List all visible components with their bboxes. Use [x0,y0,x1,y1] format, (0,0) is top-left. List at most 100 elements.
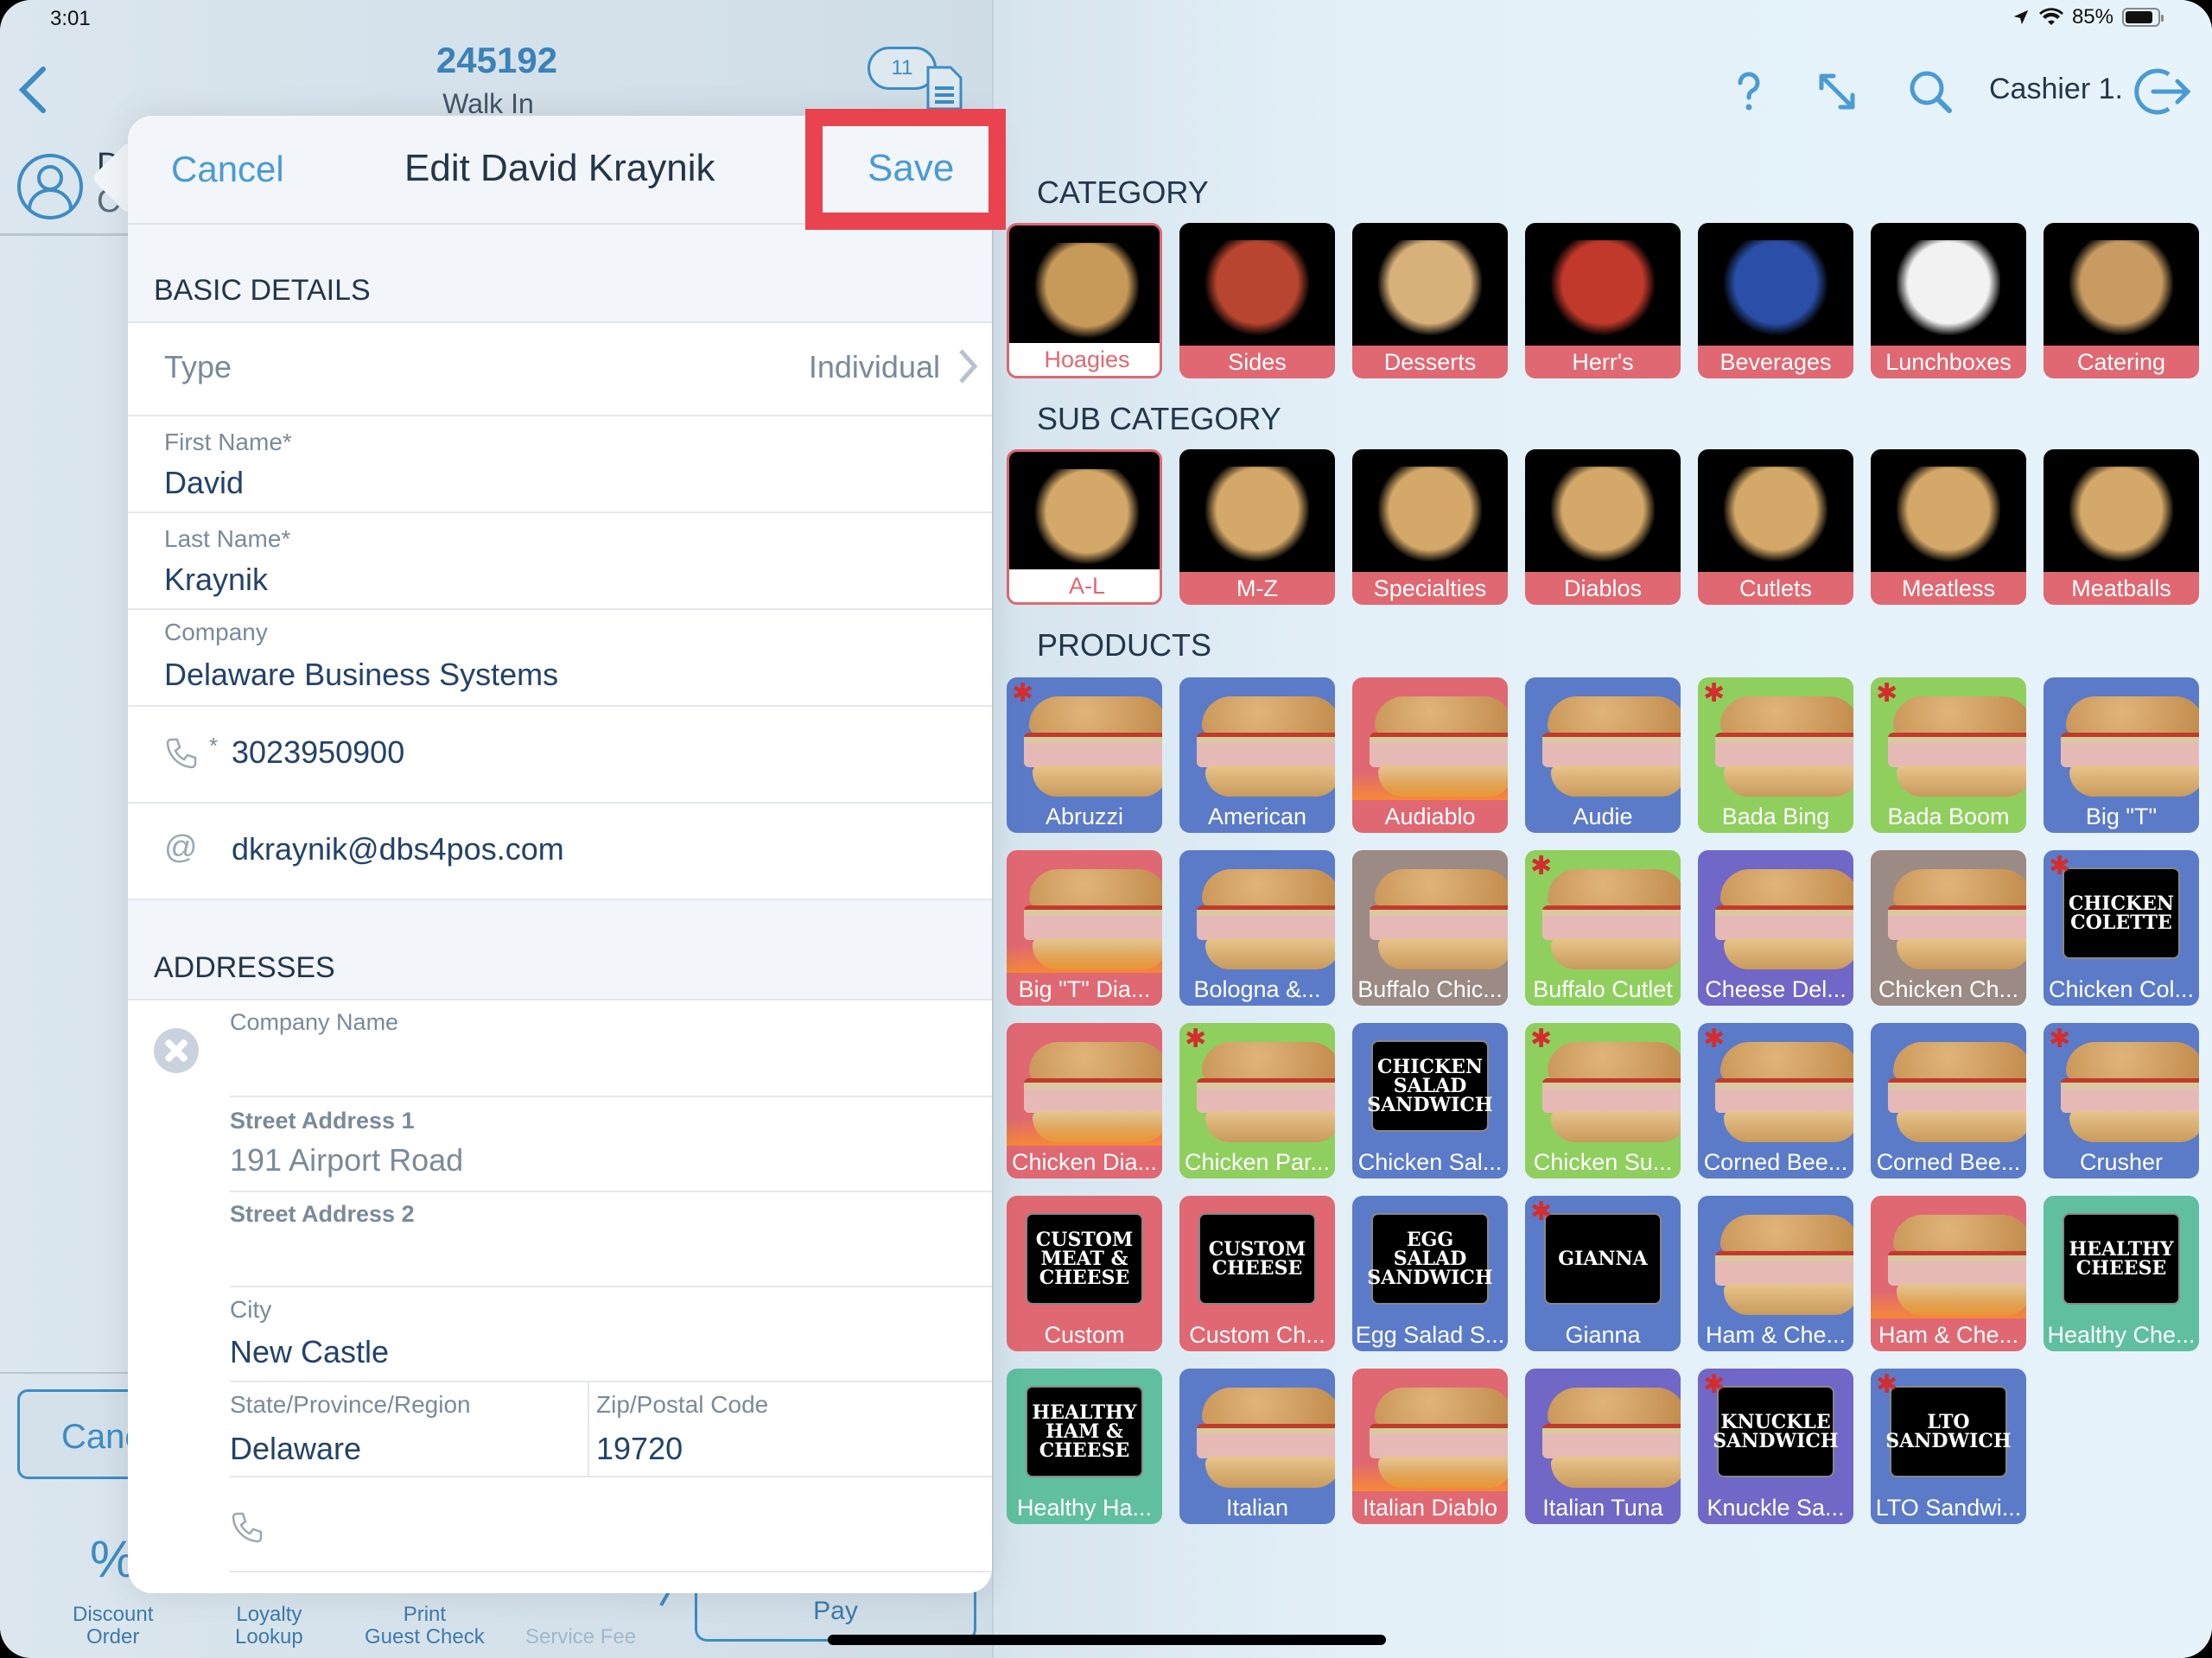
product-tile[interactable]: ✱ Buffalo Cutlet [1525,850,1681,1006]
product-tile[interactable]: HEALTHY CHEESE Healthy Che... [2044,1196,2199,1351]
product-tile[interactable]: American [1179,677,1335,833]
discount-order-button[interactable]: Discount Order [73,1604,153,1648]
type-row[interactable]: Type Individual [128,323,992,416]
category-tile[interactable]: Beverages [1698,223,1853,378]
product-tile[interactable]: Audiablo [1352,677,1508,833]
product-tile[interactable]: Ham & Che... [1871,1196,2026,1351]
product-tile[interactable]: CUSTOM CHEESE Custom Ch... [1179,1196,1335,1351]
product-tile[interactable]: Bologna &... [1179,850,1335,1006]
cashier-label[interactable]: Cashier 1. [1989,73,2123,106]
subcategory-tile[interactable]: Meatless [1871,449,2026,605]
product-tile[interactable]: CHICKEN SALAD SANDWICH Chicken Sal... [1352,1023,1508,1178]
sandwich-bun-bot [2069,765,2199,797]
street1-field[interactable]: Street Address 1 191 Airport Road [230,1097,992,1192]
category-tile[interactable]: Desserts [1352,223,1508,378]
last-name-field[interactable]: Last Name* Kraynik [128,513,992,610]
product-logo-card: CHICKEN COLETTE [2063,867,2180,959]
email-field[interactable]: @ dkraynik@dbs4pos.com [128,804,992,900]
subcategory-tile[interactable]: Cutlets [1698,449,1853,605]
sandwich-bun-top [1720,1215,1853,1253]
flames-icon [1007,945,1162,973]
product-tile[interactable]: Chicken Ch... [1871,850,2026,1006]
state-field[interactable]: State/Province/Region Delaware [230,1382,589,1477]
sandwich-bun-top [1202,1388,1335,1426]
subcategory-tile[interactable]: M-Z [1179,449,1335,605]
product-tile[interactable]: Chicken Dia... [1007,1023,1162,1178]
search-icon[interactable] [1906,67,1955,116]
city-field[interactable]: City New Castle [230,1287,992,1382]
product-tile[interactable]: CUSTOM MEAT & CHEESE Custom [1007,1196,1162,1351]
product-tile[interactable]: Italian [1179,1369,1335,1524]
customer-avatar-icon[interactable] [16,152,85,221]
subcategory-tile[interactable]: A-L [1007,449,1162,605]
phone-field[interactable]: * 3023950900 [128,707,992,804]
first-name-value[interactable]: David [164,465,244,501]
first-name-field[interactable]: First Name* David [128,416,992,513]
document-icon[interactable] [925,64,964,112]
product-tile[interactable]: ✱ Chicken Par... [1179,1023,1335,1178]
street1-value[interactable]: 191 Airport Road [230,1142,463,1178]
product-tile[interactable]: Buffalo Chic... [1352,850,1508,1006]
product-tile[interactable]: HEALTHY HAM & CHEESE Healthy Ha... [1007,1369,1162,1524]
category-image [1525,223,1681,347]
save-highlight-box [805,109,1006,230]
product-tile[interactable]: ✱ Corned Bee... [1698,1023,1853,1178]
product-tile[interactable]: ✱ Bada Bing [1698,677,1853,833]
product-tile[interactable]: Big "T" Dia... [1007,850,1162,1006]
product-tile[interactable]: Cheese Del... [1698,850,1853,1006]
category-tile[interactable]: Lunchboxes [1871,223,2026,378]
subcategory-tile[interactable]: Meatballs [2044,449,2199,605]
company-value[interactable]: Delaware Business Systems [164,657,558,693]
remove-address-icon[interactable] [154,1028,199,1073]
product-tile[interactable]: ✱ Chicken Su... [1525,1023,1681,1178]
subcategory-tile[interactable]: Diablos [1525,449,1681,605]
product-tile[interactable]: Audie [1525,677,1681,833]
product-tile[interactable]: ✱ Crusher [2044,1023,2199,1178]
home-indicator[interactable] [828,1635,1386,1645]
email-value[interactable]: dkraynik@dbs4pos.com [232,831,564,867]
logout-icon[interactable] [2134,66,2191,118]
product-tile[interactable]: Big "T" [2044,677,2199,833]
city-value[interactable]: New Castle [230,1334,389,1370]
modal-cancel-button[interactable]: Cancel [171,149,284,190]
subcategory-tile[interactable]: Specialties [1352,449,1508,605]
print-guest-check-button[interactable]: Print Guest Check [365,1604,485,1648]
product-logo-card: KNUCKLE SANDWICH [1713,1386,1839,1477]
loyalty-lookup-button[interactable]: Loyalty Lookup [235,1604,303,1648]
street2-field[interactable]: Street Address 2 [230,1192,992,1287]
product-tile[interactable]: ✱ Bada Boom [1871,677,2026,833]
phone-required-mark: * [209,733,219,759]
product-tile[interactable]: CHICKEN COLETTE ✱ Chicken Col... [2044,850,2199,1006]
company-name-field[interactable]: Company Name [230,1001,992,1097]
product-tile[interactable]: Ham & Che... [1698,1196,1853,1351]
sandwich-bun-bot [1897,1111,2026,1142]
category-tile[interactable]: Hoagies [1007,223,1162,378]
zip-field[interactable]: Zip/Postal Code 19720 [589,1382,992,1477]
category-tile[interactable]: Sides [1179,223,1335,378]
product-tile[interactable]: LTO SANDWICH ✱ LTO Sandwi... [1871,1369,2026,1524]
chevron-right-icon [959,349,978,384]
category-tile[interactable]: Herr's [1525,223,1681,378]
service-fee-button[interactable]: Service Fee [525,1626,636,1648]
help-question-icon[interactable] [1725,67,1773,116]
address-phone-field[interactable] [230,1477,992,1572]
category-label: Desserts [1352,346,1508,378]
last-name-value[interactable]: Kraynik [164,562,268,598]
product-tile[interactable]: KNUCKLE SANDWICH ✱ Knuckle Sa... [1698,1369,1853,1524]
product-tile[interactable]: GIANNA ✱ Gianna [1525,1196,1681,1351]
resize-arrows-icon[interactable] [1813,67,1861,116]
sandwich-fill [1888,733,2026,767]
product-tile[interactable]: Italian Tuna [1525,1369,1681,1524]
zip-value[interactable]: 19720 [596,1431,683,1467]
product-tile[interactable]: Corned Bee... [1871,1023,2026,1178]
product-tile[interactable]: EGG SALAD SANDWICH Egg Salad S... [1352,1196,1508,1351]
state-value[interactable]: Delaware [230,1431,361,1467]
product-tile[interactable]: ✱ Abruzzi [1007,677,1162,833]
phone-value[interactable]: 3023950900 [232,734,404,771]
product-label: Bada Boom [1887,804,2010,829]
category-tile[interactable]: Catering [2044,223,2199,378]
company-field[interactable]: Company Delaware Business Systems [128,610,992,707]
sandwich-bun-top [1720,696,1853,734]
product-tile[interactable]: Italian Diablo [1352,1369,1508,1524]
sandwich-fill [1715,905,1853,940]
